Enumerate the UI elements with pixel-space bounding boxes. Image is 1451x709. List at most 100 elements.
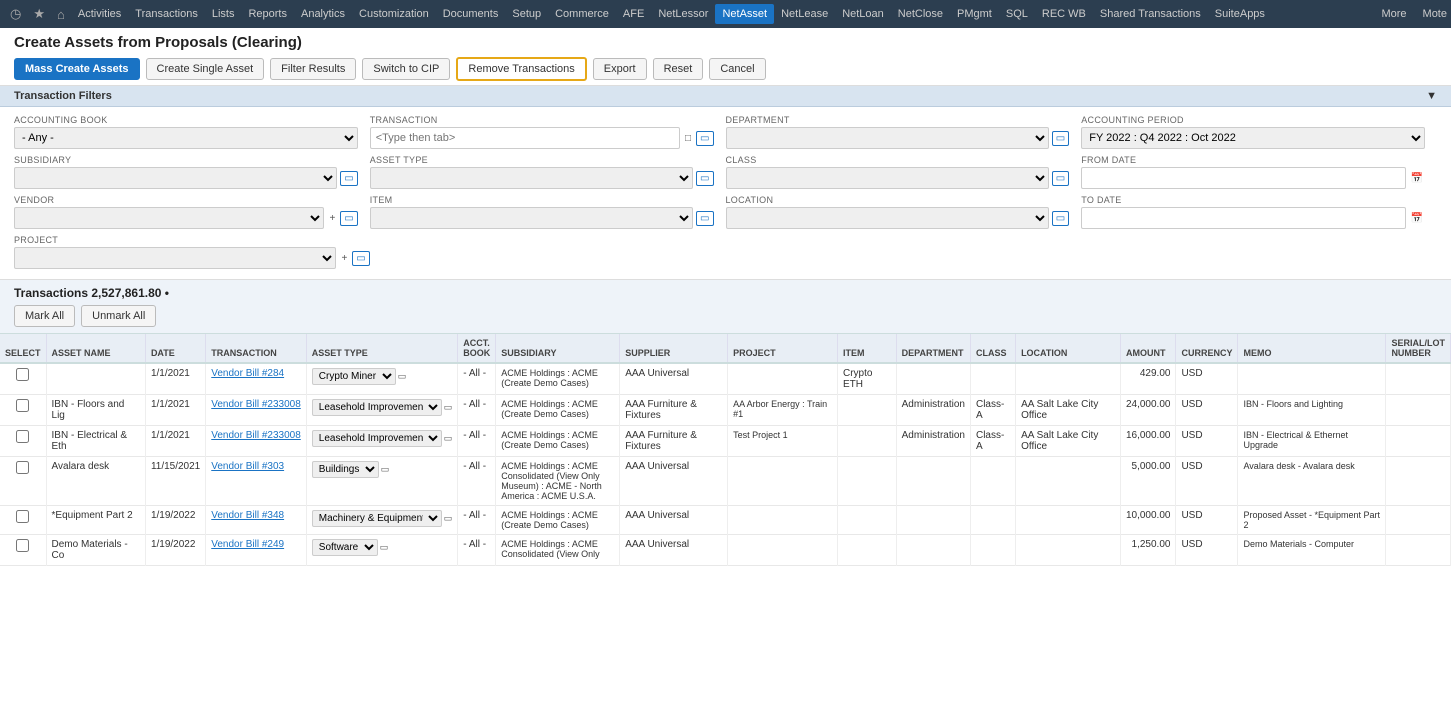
- class-ext-icon[interactable]: ▭: [1052, 171, 1069, 186]
- export-button[interactable]: Export: [593, 58, 647, 80]
- switch-to-cip-button[interactable]: Switch to CIP: [362, 58, 450, 80]
- mass-create-assets-button[interactable]: Mass Create Assets: [14, 58, 140, 80]
- nav-lists[interactable]: Lists: [205, 4, 242, 24]
- col-item: ITEM: [838, 334, 897, 363]
- nav-shared-transactions[interactable]: Shared Transactions: [1093, 4, 1208, 24]
- accounting-book-select[interactable]: - Any -: [14, 127, 358, 149]
- unmark-all-button[interactable]: Unmark All: [81, 305, 156, 327]
- class-select[interactable]: [726, 167, 1049, 189]
- row-checkbox[interactable]: [16, 399, 29, 412]
- row-checkbox[interactable]: [16, 539, 29, 552]
- more-nav-button[interactable]: More: [1373, 4, 1414, 24]
- row-asset-type-select[interactable]: Software: [312, 539, 378, 556]
- row-item: [838, 426, 897, 457]
- nav-netlease[interactable]: NetLease: [774, 4, 835, 24]
- home-icon[interactable]: ⌂: [51, 7, 71, 22]
- nav-analytics[interactable]: Analytics: [294, 4, 352, 24]
- row-transaction: Vendor Bill #249: [206, 535, 307, 566]
- row-asset-type-select[interactable]: Machinery & Equipment: [312, 510, 442, 527]
- star-icon[interactable]: ★: [27, 6, 51, 22]
- transaction-multi-icon[interactable]: □: [683, 132, 693, 145]
- nav-netclose[interactable]: NetClose: [891, 4, 950, 24]
- row-item: Crypto ETH: [838, 363, 897, 395]
- row-checkbox[interactable]: [16, 368, 29, 381]
- transaction-link[interactable]: Vendor Bill #233008: [211, 399, 301, 410]
- nav-documents[interactable]: Documents: [436, 4, 506, 24]
- nav-suiteapps[interactable]: SuiteApps: [1208, 4, 1272, 24]
- nav-sql[interactable]: SQL: [999, 4, 1035, 24]
- row-asset-type-select[interactable]: Leasehold Improvements: [312, 399, 442, 416]
- vendor-add-icon[interactable]: +: [327, 212, 337, 225]
- nav-afe[interactable]: AFE: [616, 4, 651, 24]
- row-checkbox[interactable]: [16, 430, 29, 443]
- nav-netlessor[interactable]: NetLessor: [651, 4, 715, 24]
- subsidiary-filter: SUBSIDIARY ▭: [14, 155, 358, 189]
- row-date: 1/1/2021: [145, 395, 205, 426]
- nav-customization[interactable]: Customization: [352, 4, 436, 24]
- reset-button[interactable]: Reset: [653, 58, 704, 80]
- item-ext-icon[interactable]: ▭: [696, 211, 713, 226]
- section-collapse-icon[interactable]: ▼: [1426, 90, 1437, 102]
- accounting-period-select[interactable]: FY 2022 : Q4 2022 : Oct 2022: [1081, 127, 1425, 149]
- location-select[interactable]: [726, 207, 1049, 229]
- project-ext-icon[interactable]: ▭: [352, 251, 369, 266]
- transaction-link[interactable]: Vendor Bill #303: [211, 461, 284, 472]
- nav-netasset[interactable]: NetAsset: [715, 4, 774, 24]
- row-asset-type-select[interactable]: Leasehold Improvements: [312, 430, 442, 447]
- nav-setup[interactable]: Setup: [505, 4, 548, 24]
- project-add-icon[interactable]: +: [339, 252, 349, 265]
- asset-type-ext-icon[interactable]: ▭: [380, 542, 389, 553]
- cancel-button[interactable]: Cancel: [709, 58, 765, 80]
- project-select[interactable]: [14, 247, 336, 269]
- nav-activities[interactable]: Activities: [71, 4, 128, 24]
- subsidiary-select[interactable]: [14, 167, 337, 189]
- row-asset-type-select[interactable]: Buildings: [312, 461, 379, 478]
- row-checkbox[interactable]: [16, 461, 29, 474]
- class-filter: CLASS ▭: [726, 155, 1070, 189]
- department-select[interactable]: [726, 127, 1049, 149]
- transaction-input[interactable]: [370, 127, 680, 149]
- nav-netloan[interactable]: NetLoan: [835, 4, 891, 24]
- to-date-input[interactable]: [1081, 207, 1405, 229]
- asset-type-ext-icon[interactable]: ▭: [398, 371, 407, 382]
- transaction-link[interactable]: Vendor Bill #233008: [211, 430, 301, 441]
- asset-type-ext-icon[interactable]: ▭: [444, 433, 453, 444]
- nav-transactions[interactable]: Transactions: [128, 4, 205, 24]
- department-ext-icon[interactable]: ▭: [1052, 131, 1069, 146]
- row-acct-book: - All -: [458, 506, 496, 535]
- transaction-link[interactable]: Vendor Bill #249: [211, 539, 284, 550]
- remove-transactions-button[interactable]: Remove Transactions: [456, 57, 586, 81]
- row-subsidiary: ACME Holdings : ACME (Create Demo Cases): [496, 426, 620, 457]
- create-single-asset-button[interactable]: Create Single Asset: [146, 58, 265, 80]
- asset-type-ext-icon[interactable]: ▭: [696, 171, 713, 186]
- vendor-ext-icon[interactable]: ▭: [340, 211, 357, 226]
- filter-results-button[interactable]: Filter Results: [270, 58, 356, 80]
- row-project: Test Project 1: [728, 426, 838, 457]
- transaction-link[interactable]: Vendor Bill #284: [211, 368, 284, 379]
- from-date-calendar-icon[interactable]: 📅: [1409, 172, 1425, 185]
- asset-type-ext-icon[interactable]: ▭: [444, 402, 453, 413]
- transaction-link[interactable]: Vendor Bill #348: [211, 510, 284, 521]
- row-asset-name: IBN - Electrical & Eth: [46, 426, 145, 457]
- vendor-select[interactable]: [14, 207, 324, 229]
- subsidiary-ext-icon[interactable]: ▭: [340, 171, 357, 186]
- row-asset-type-select[interactable]: Crypto Miner: [312, 368, 396, 385]
- location-ext-icon[interactable]: ▭: [1052, 211, 1069, 226]
- row-serial-lot: [1386, 426, 1451, 457]
- asset-type-ext-icon[interactable]: ▭: [444, 513, 453, 524]
- row-checkbox[interactable]: [16, 510, 29, 523]
- nav-reports[interactable]: Reports: [241, 4, 294, 24]
- nav-commerce[interactable]: Commerce: [548, 4, 616, 24]
- from-date-input[interactable]: [1081, 167, 1405, 189]
- item-select[interactable]: [370, 207, 693, 229]
- nav-recwb[interactable]: REC WB: [1035, 4, 1093, 24]
- asset-type-ext-icon[interactable]: ▭: [381, 464, 390, 475]
- transaction-ext-icon[interactable]: ▭: [696, 131, 713, 146]
- asset-type-select[interactable]: [370, 167, 693, 189]
- clock-icon[interactable]: ◷: [4, 6, 27, 22]
- to-date-calendar-icon[interactable]: 📅: [1409, 212, 1425, 225]
- row-amount: 24,000.00: [1120, 395, 1176, 426]
- col-department: DEPARTMENT: [896, 334, 970, 363]
- mark-all-button[interactable]: Mark All: [14, 305, 75, 327]
- nav-pmgmt[interactable]: PMgmt: [950, 4, 999, 24]
